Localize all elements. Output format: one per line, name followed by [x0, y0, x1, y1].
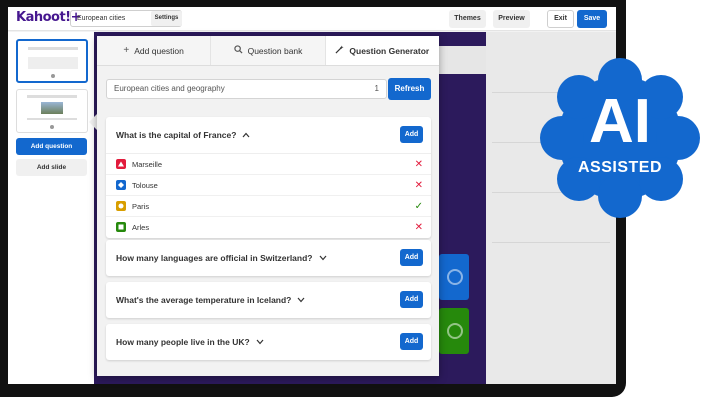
refresh-button[interactable]: Refresh: [388, 78, 431, 100]
square-icon: [116, 222, 126, 232]
thumb-dot: [51, 74, 55, 78]
question-text: How many languages are official in Switz…: [116, 240, 327, 277]
ai-assisted-badge: AI ASSISTED: [540, 58, 700, 218]
add-question-to-kahoot-button[interactable]: Add: [400, 291, 423, 308]
question-text: How many people live in the UK?: [116, 324, 264, 361]
add-question-to-kahoot-button[interactable]: Add: [400, 126, 423, 143]
question-text: What is the capital of France?: [116, 117, 250, 154]
question-header[interactable]: How many people live in the UK? Add: [106, 324, 431, 360]
question-count: 1: [374, 84, 379, 93]
answer-row: Tolouse ✕: [106, 175, 431, 196]
tab-label: Question bank: [247, 45, 303, 56]
thumb-media-placeholder: [28, 57, 78, 69]
incorrect-x-icon[interactable]: ✕: [415, 217, 423, 238]
answer-text: Tolouse: [132, 181, 158, 190]
question-text: What's the average temperature in Icelan…: [116, 282, 305, 319]
answer-row: Arles ✕: [106, 217, 431, 238]
tab-add-question[interactable]: + Add question: [97, 36, 212, 65]
answer-text: Marseille: [132, 160, 163, 169]
wand-icon: [335, 44, 344, 57]
tab-question-bank[interactable]: Question bank: [211, 36, 326, 65]
thumb-dot: [50, 125, 54, 129]
correct-check-icon[interactable]: ✓: [415, 196, 423, 217]
answer-row: Paris ✓: [106, 196, 431, 217]
circle-icon: [116, 201, 126, 211]
incorrect-x-icon[interactable]: ✕: [415, 175, 423, 196]
tab-question-generator[interactable]: Question Generator: [325, 36, 439, 65]
slide-rail: Add question Add slide: [8, 32, 96, 384]
add-question-to-kahoot-button[interactable]: Add: [400, 333, 423, 350]
badge-ai-text: AI: [589, 87, 651, 156]
question-label: What is the capital of France?: [116, 130, 237, 140]
search-icon: [233, 44, 243, 57]
chevron-up-icon[interactable]: [242, 118, 250, 154]
chevron-down-icon[interactable]: [256, 325, 264, 361]
topic-input-value: European cities and geography: [114, 84, 225, 93]
exit-button[interactable]: Exit: [547, 10, 574, 28]
thumb-answer-placeholder: [27, 118, 77, 120]
badge-assisted-text: ASSISTED: [577, 159, 662, 176]
slide-thumbnail[interactable]: [16, 39, 88, 83]
question-label: What's the average temperature in Icelan…: [116, 295, 292, 305]
chevron-down-icon[interactable]: [319, 241, 327, 277]
question-header[interactable]: What's the average temperature in Icelan…: [106, 282, 431, 318]
settings-button[interactable]: Settings: [151, 11, 182, 26]
answer-tile[interactable]: [439, 308, 469, 354]
question-header[interactable]: What is the capital of France? Add: [106, 117, 431, 153]
question-label: How many people live in the UK?: [116, 337, 250, 347]
add-question-to-kahoot-button[interactable]: Add: [400, 249, 423, 266]
add-slide-button[interactable]: Add slide: [16, 159, 87, 176]
generated-question-card: How many languages are official in Switz…: [106, 240, 431, 276]
incorrect-x-icon[interactable]: ✕: [415, 154, 423, 175]
plus-icon: +: [123, 45, 130, 56]
answer-tile[interactable]: [439, 254, 469, 300]
tab-label: Question Generator: [349, 45, 430, 56]
answer-row: Marseille ✕: [106, 154, 431, 175]
answer-radio: [447, 269, 463, 285]
tab-label: Add question: [134, 45, 184, 56]
save-button[interactable]: Save: [577, 10, 607, 28]
question-header[interactable]: How many languages are official in Switz…: [106, 240, 431, 276]
answer-text: Paris: [132, 202, 150, 211]
thumb-title-placeholder: [28, 47, 78, 50]
generated-question-card: How many people live in the UK? Add: [106, 324, 431, 360]
preview-button[interactable]: Preview: [493, 10, 530, 28]
thumb-image: [41, 102, 63, 114]
question-label: How many languages are official in Switz…: [116, 253, 313, 263]
diamond-icon: [116, 180, 126, 190]
panel-tabs: + Add question Question bank Question Ge…: [97, 36, 439, 66]
top-bar: Kahoot!+ European cities Settings Themes…: [8, 7, 616, 31]
question-generator-panel: + Add question Question bank Question Ge…: [97, 36, 439, 376]
panel-pointer: [89, 114, 97, 130]
slide-thumbnail[interactable]: [16, 89, 88, 133]
divider: [492, 242, 610, 243]
themes-button[interactable]: Themes: [449, 10, 486, 28]
triangle-icon: [116, 159, 126, 169]
thumb-title-placeholder: [27, 95, 77, 98]
answer-text: Arles: [132, 223, 150, 232]
answer-list: Marseille ✕ Tolouse ✕ Paris ✓ Arles ✕: [106, 153, 431, 238]
topic-input[interactable]: European cities and geography 1: [106, 79, 387, 99]
generated-question-card: What's the average temperature in Icelan…: [106, 282, 431, 318]
generated-question-card: What is the capital of France? Add Marse…: [106, 117, 431, 238]
chevron-down-icon[interactable]: [297, 283, 305, 319]
add-question-button[interactable]: Add question: [16, 138, 87, 155]
answer-radio: [447, 323, 463, 339]
